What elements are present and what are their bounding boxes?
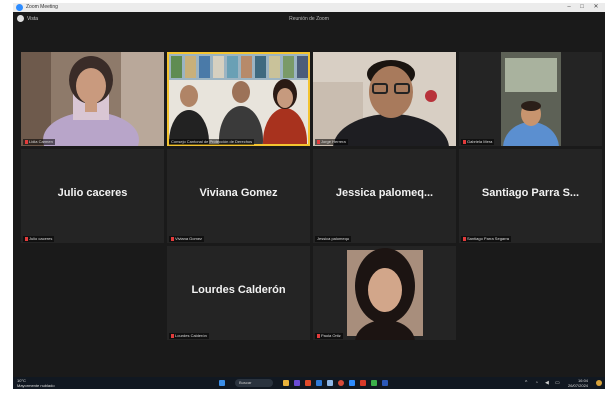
participant-label: Jessica palomequ [315, 236, 352, 242]
close-button[interactable]: ✕ [590, 3, 602, 12]
volume-icon[interactable]: ◀ [545, 380, 549, 386]
pdf-icon[interactable] [360, 380, 366, 386]
teams-icon[interactable] [294, 380, 300, 386]
window-title: Zoom Meeting [26, 4, 58, 10]
participant-name: Julio caceres [57, 187, 128, 199]
participant-video [167, 52, 310, 146]
muted-mic-icon [317, 139, 320, 144]
participant-name: Jessica palomeq... [335, 187, 434, 199]
office-icon[interactable] [305, 380, 311, 386]
name-tile[interactable]: Lourdes Calderón Lourdes Calderón [167, 246, 310, 340]
participant-label: Viviana Gomez [169, 236, 205, 242]
windows-taskbar: 10°C Mayormente nublado Buscar ^ ◔ ◀ ▭ 1… [13, 377, 605, 389]
title-bar: Zoom Meeting – □ ✕ [13, 3, 605, 12]
file-explorer-icon[interactable] [283, 380, 289, 386]
muted-mic-icon [317, 333, 320, 338]
participant-video [459, 52, 602, 146]
participant-photo [313, 246, 456, 340]
participant-label: Santiago Parra Segarra [461, 236, 512, 242]
muted-mic-icon [463, 236, 466, 241]
participant-label: Julio caceres [23, 236, 55, 242]
participant-label: Jorge Herrera [315, 139, 348, 145]
zoom-logo-icon [16, 4, 23, 11]
participant-video [21, 52, 164, 146]
taskbar-search[interactable]: Buscar [235, 379, 273, 387]
video-tile[interactable]: Jorge Herrera [313, 52, 456, 146]
windows-start-icon[interactable] [219, 380, 225, 386]
battery-icon[interactable]: ▭ [555, 380, 560, 386]
muted-mic-icon [25, 236, 28, 241]
photo-tile[interactable]: Paola Ortiz [313, 246, 456, 340]
minimize-button[interactable]: – [563, 3, 575, 12]
excel-icon[interactable] [371, 380, 377, 386]
participant-label: Lourdes Calderón [169, 333, 209, 339]
participant-label: Paola Ortiz [315, 333, 343, 339]
word-icon[interactable] [382, 380, 388, 386]
participant-label: Consejo Cantonal de Protección de Derech… [169, 139, 255, 145]
participant-label: Lidia Carmen [23, 139, 55, 145]
name-tile[interactable]: Jessica palomeq... Jessica palomequ [313, 149, 456, 243]
maximize-button[interactable]: □ [576, 3, 588, 12]
muted-mic-icon [171, 333, 174, 338]
video-tile-active-speaker[interactable]: Consejo Cantonal de Protección de Derech… [167, 52, 310, 146]
zoom-taskbar-icon[interactable] [349, 380, 355, 386]
participant-label: Gabriela Mera [461, 139, 495, 145]
meeting-title: Reunión de Zoom [289, 16, 329, 22]
mail-icon[interactable] [316, 380, 322, 386]
network-icon[interactable]: ◔ [535, 380, 538, 386]
name-tile[interactable]: Viviana Gomez Viviana Gomez [167, 149, 310, 243]
muted-mic-icon [463, 139, 466, 144]
muted-mic-icon [25, 139, 28, 144]
taskbar-clock[interactable]: 16:04 26/07/2024 [568, 378, 588, 388]
muted-mic-icon [171, 236, 174, 241]
name-tile[interactable]: Julio caceres Julio caceres [21, 149, 164, 243]
zoom-window: Zoom Meeting – □ ✕ Vista Reunión de Zoom… [13, 3, 605, 389]
weather-widget[interactable]: 10°C Mayormente nublado [17, 378, 55, 388]
meeting-top-bar: Vista Reunión de Zoom [13, 12, 605, 27]
notifications-icon[interactable] [596, 380, 602, 386]
store-icon[interactable] [327, 380, 333, 386]
participant-name: Viviana Gomez [199, 187, 278, 199]
chrome-icon[interactable] [338, 380, 344, 386]
video-tile[interactable]: Lidia Carmen [21, 52, 164, 146]
name-tile[interactable]: Santiago Parra S... Santiago Parra Segar… [459, 149, 602, 243]
video-tile[interactable]: Gabriela Mera [459, 52, 602, 146]
participant-name: Santiago Parra S... [481, 187, 580, 199]
participant-video [313, 52, 456, 146]
chevron-up-icon[interactable]: ^ [525, 380, 527, 386]
participant-name: Lourdes Calderón [191, 284, 286, 296]
